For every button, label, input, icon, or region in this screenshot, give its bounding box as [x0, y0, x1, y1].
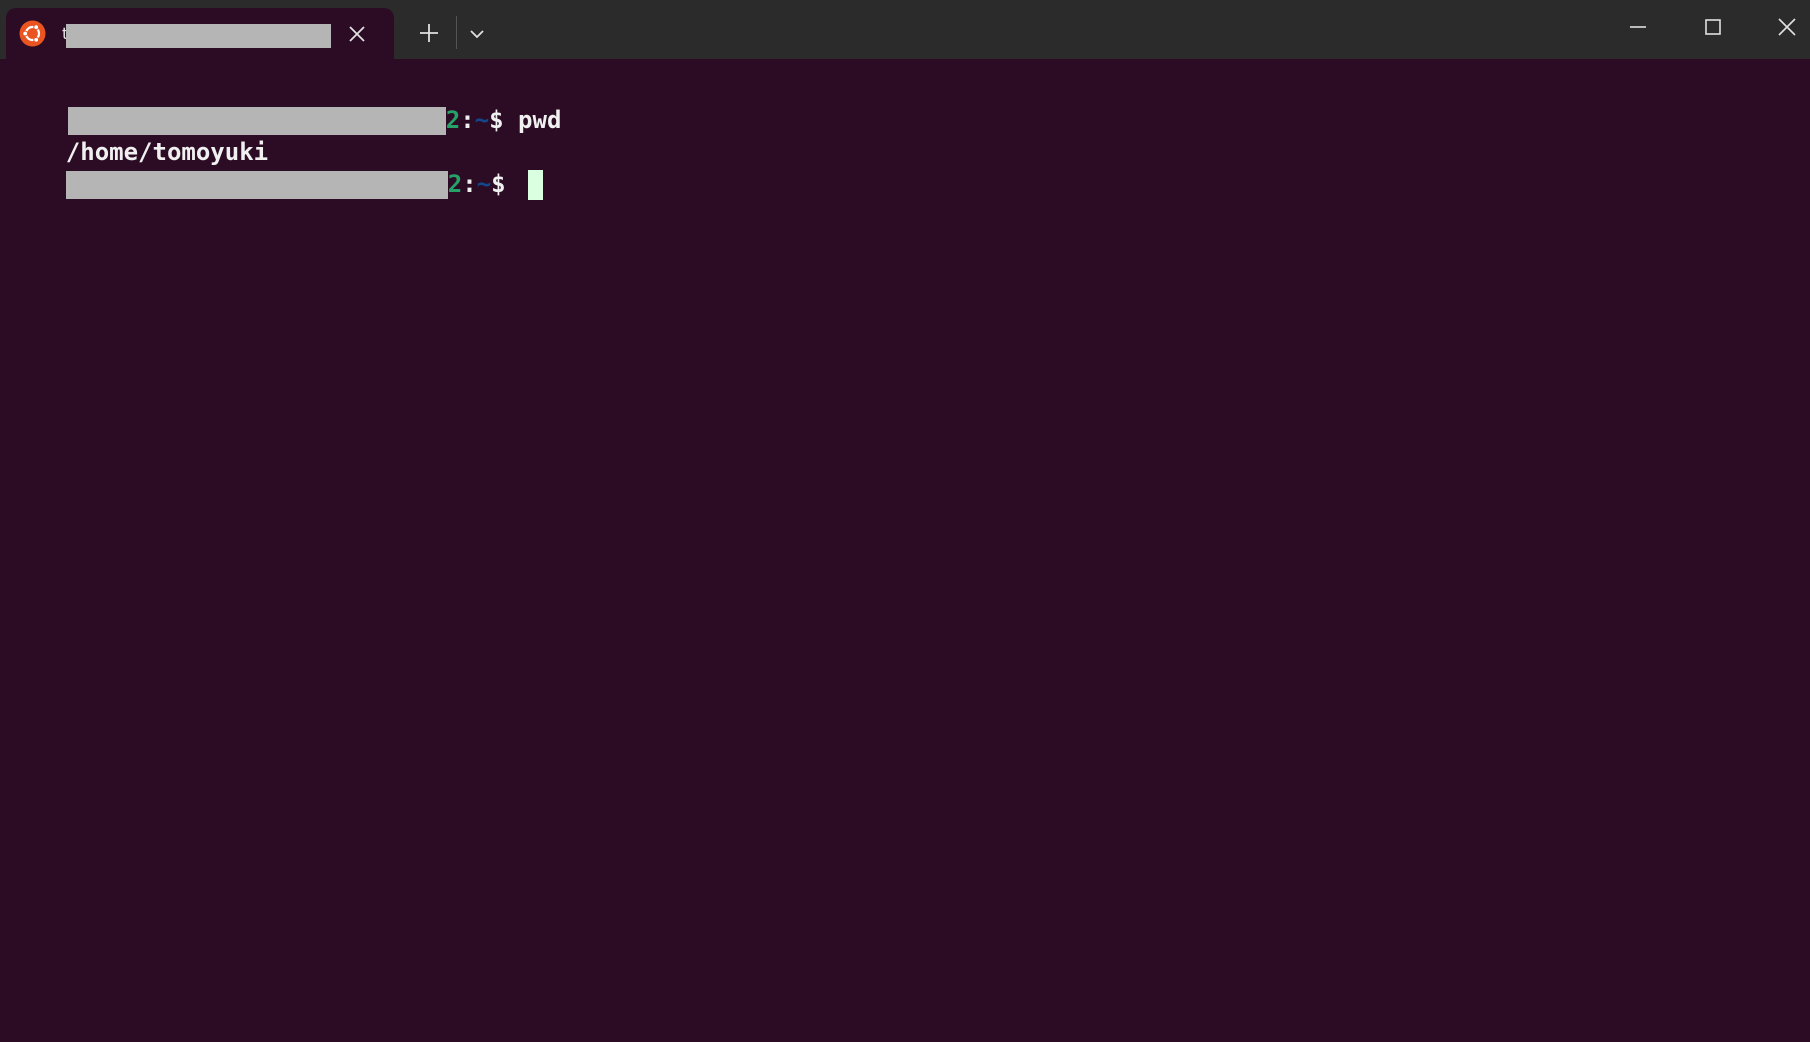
terminal-line-3: 2:~$: [8, 136, 544, 200]
prompt-colon: :: [462, 170, 477, 198]
title-bar: t: [0, 0, 1810, 59]
prompt-colon: :: [460, 106, 475, 134]
prompt-dollar: $: [489, 106, 504, 134]
minimize-button[interactable]: [1615, 10, 1661, 44]
command-text: [506, 170, 520, 198]
maximize-button[interactable]: [1690, 10, 1736, 44]
minimize-icon: [1630, 26, 1646, 28]
close-tab-icon[interactable]: [346, 23, 368, 45]
command-text: pwd: [503, 106, 562, 134]
ubuntu-icon: [19, 20, 46, 47]
text-cursor: [528, 170, 544, 200]
redacted-block: [66, 24, 331, 48]
chevron-down-icon[interactable]: [466, 24, 488, 44]
prompt-user: 2: [447, 170, 463, 198]
plus-icon[interactable]: [416, 20, 442, 46]
terminal-area[interactable]: 2:~$ pwd /home/tomoyuki 2:~$: [0, 59, 1810, 1042]
prompt-path: ~: [474, 106, 490, 134]
tab-ubuntu[interactable]: t: [6, 8, 394, 59]
prompt-user: 2: [445, 106, 461, 134]
close-window-button[interactable]: [1764, 10, 1810, 44]
tab-divider: [456, 16, 457, 49]
terminal-line-2: /home/tomoyuki: [8, 104, 268, 166]
prompt-path: ~: [476, 170, 492, 198]
maximize-icon: [1705, 19, 1721, 35]
redacted-block: [65, 171, 448, 199]
close-icon: [1778, 18, 1796, 36]
terminal-line-1: 2:~$ pwd: [8, 72, 561, 135]
prompt-dollar: $: [491, 170, 506, 198]
